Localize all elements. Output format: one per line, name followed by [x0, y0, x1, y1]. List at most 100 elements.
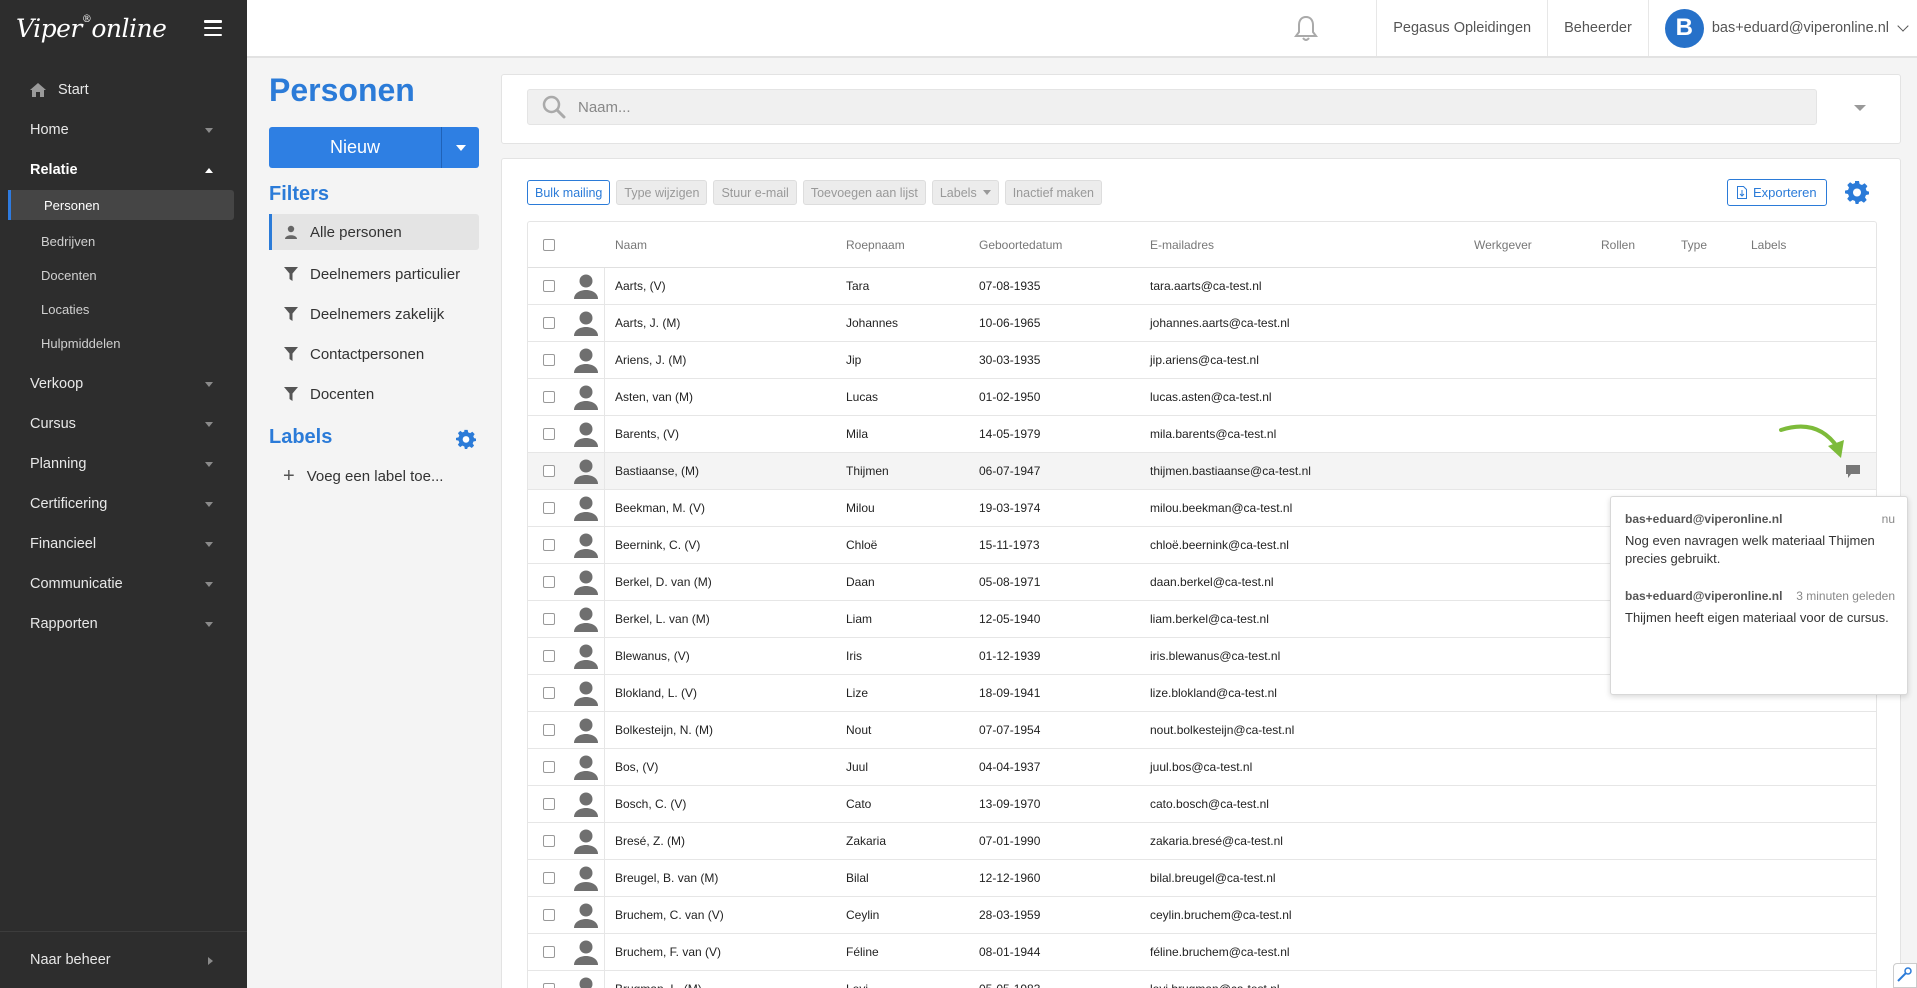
table-row[interactable]: Aarts, (V) Tara 07-08-1935 tara.aarts@ca-te…: [528, 268, 1876, 305]
cell-email[interactable]: féline.bruchem@ca-test.nl: [1150, 945, 1290, 959]
filter-contactpersonen[interactable]: Contactpersonen: [269, 334, 479, 374]
table-row[interactable]: Bosch, C. (V) Cato 13-09-1970 cato.bosch@ca…: [528, 786, 1876, 823]
table-row[interactable]: Bolkesteijn, N. (M) Nout 07-07-1954 nout.bo…: [528, 712, 1876, 749]
search-input[interactable]: [578, 98, 1778, 116]
new-dropdown-button[interactable]: [441, 127, 479, 168]
filter-deelnemers-zakelijk[interactable]: Deelnemers zakelijk: [269, 294, 479, 334]
select-all-checkbox[interactable]: [543, 238, 555, 251]
column-header-werkgever[interactable]: Werkgever: [1474, 238, 1532, 252]
sidebar-subitem-personen[interactable]: Personen: [8, 190, 234, 220]
cell-naam[interactable]: Bruchem, C. van (V): [615, 908, 724, 922]
table-row[interactable]: Ariens, J. (M) Jip 30-03-1935 jip.ariens@ca…: [528, 342, 1876, 379]
cell-email[interactable]: lize.blokland@ca-test.nl: [1150, 686, 1277, 700]
toevoegen-aan-lijst-button[interactable]: Toevoegen aan lijst: [802, 180, 926, 205]
type-wijzigen-button[interactable]: Type wijzigen: [616, 180, 708, 205]
corner-tool-button[interactable]: [1893, 963, 1917, 988]
cell-naam[interactable]: Bolkesteijn, N. (M): [615, 723, 713, 737]
row-checkbox[interactable]: [543, 465, 555, 477]
search-options-chevron-icon[interactable]: [1854, 105, 1866, 111]
cell-naam[interactable]: Berkel, L. van (M): [615, 612, 710, 626]
cell-naam[interactable]: Barents, (V): [615, 427, 679, 441]
sidebar-item-verkoop[interactable]: Verkoop: [0, 364, 247, 404]
column-header-rollen[interactable]: Rollen: [1601, 238, 1635, 252]
row-checkbox[interactable]: [543, 983, 555, 988]
cell-naam[interactable]: Blewanus, (V): [615, 649, 690, 663]
table-row[interactable]: Asten, van (M) Lucas 01-02-1950 lucas.asten…: [528, 379, 1876, 416]
stuur-email-button[interactable]: Stuur e-mail: [713, 180, 797, 205]
cell-naam[interactable]: Aarts, (V): [615, 279, 666, 293]
table-row[interactable]: Barents, (V) Mila 14-05-1979 mila.barents@c…: [528, 416, 1876, 453]
labels-dropdown-button[interactable]: Labels: [931, 180, 999, 205]
cell-email[interactable]: bilal.breugel@ca-test.nl: [1150, 871, 1276, 885]
bulk-mailing-button[interactable]: Bulk mailing: [527, 180, 611, 205]
sidebar-subitem-locaties[interactable]: Locaties: [0, 292, 247, 326]
table-row[interactable]: Bruchem, F. van (V) Féline 08-01-1944 félin…: [528, 934, 1876, 971]
cell-naam[interactable]: Bos, (V): [615, 760, 658, 774]
row-checkbox[interactable]: [543, 872, 555, 884]
row-checkbox[interactable]: [543, 502, 555, 514]
cell-naam[interactable]: Aarts, J. (M): [615, 316, 680, 330]
sidebar-item-financieel[interactable]: Financieel: [0, 524, 247, 564]
sidebar-item-home[interactable]: Home: [0, 110, 247, 150]
cell-email[interactable]: ceylin.bruchem@ca-test.nl: [1150, 908, 1292, 922]
sidebar-item-planning[interactable]: Planning: [0, 444, 247, 484]
cell-naam[interactable]: Bresé, Z. (M): [615, 834, 685, 848]
cell-naam[interactable]: Ariens, J. (M): [615, 353, 686, 367]
filter-deelnemers-particulier[interactable]: Deelnemers particulier: [269, 254, 479, 294]
table-row[interactable]: Bastiaanse, (M) Thijmen 06-07-1947 thijmen.…: [528, 453, 1876, 490]
cell-naam[interactable]: Bruchem, F. van (V): [615, 945, 721, 959]
user-menu[interactable]: B bas+eduard@viperonline.nl: [1647, 0, 1917, 56]
row-checkbox[interactable]: [543, 391, 555, 403]
cell-naam[interactable]: Blokland, L. (V): [615, 686, 697, 700]
cell-naam[interactable]: Breugel, B. van (M): [615, 871, 718, 885]
hamburger-menu-icon[interactable]: [204, 20, 222, 36]
column-header-geboortedatum[interactable]: Geboortedatum: [979, 238, 1062, 252]
table-row[interactable]: Brugman, L. (M) Levi 05-05-1983 levi.brugma…: [528, 971, 1876, 988]
logo[interactable]: Viper®online: [16, 14, 167, 43]
table-row[interactable]: Bruchem, C. van (V) Ceylin 28-03-1959 ceyli…: [528, 897, 1876, 934]
cell-email[interactable]: chloë.beernink@ca-test.nl: [1150, 538, 1289, 552]
sidebar-item-communicatie[interactable]: Communicatie: [0, 564, 247, 604]
role-link[interactable]: Beheerder: [1547, 0, 1648, 56]
row-checkbox[interactable]: [543, 835, 555, 847]
cell-email[interactable]: mila.barents@ca-test.nl: [1150, 427, 1276, 441]
organization-link[interactable]: Pegasus Opleidingen: [1376, 0, 1547, 56]
row-checkbox[interactable]: [543, 946, 555, 958]
inactief-maken-button[interactable]: Inactief maken: [1004, 180, 1102, 205]
row-checkbox[interactable]: [543, 539, 555, 551]
sidebar-item-start[interactable]: Start: [0, 70, 247, 110]
row-checkbox[interactable]: [543, 428, 555, 440]
cell-naam[interactable]: Beernink, C. (V): [615, 538, 700, 552]
cell-email[interactable]: tara.aarts@ca-test.nl: [1150, 279, 1262, 293]
row-checkbox[interactable]: [543, 354, 555, 366]
new-button[interactable]: Nieuw: [269, 127, 441, 168]
export-button[interactable]: Exporteren: [1727, 179, 1827, 206]
table-row[interactable]: Bresé, Z. (M) Zakaria 07-01-1990 zakaria.br…: [528, 823, 1876, 860]
cell-email[interactable]: juul.bos@ca-test.nl: [1150, 760, 1252, 774]
cell-email[interactable]: johannes.aarts@ca-test.nl: [1150, 316, 1290, 330]
row-checkbox[interactable]: [543, 317, 555, 329]
row-checkbox[interactable]: [543, 761, 555, 773]
sidebar-item-relatie[interactable]: Relatie: [0, 150, 247, 190]
labels-settings-gear-icon[interactable]: [456, 429, 476, 449]
column-header-type[interactable]: Type: [1681, 238, 1707, 252]
sidebar-item-naar-beheer[interactable]: Naar beheer: [0, 931, 247, 988]
sidebar-item-certificering[interactable]: Certificering: [0, 484, 247, 524]
column-header-labels[interactable]: Labels: [1751, 238, 1786, 252]
filter-alle-personen[interactable]: Alle personen: [269, 214, 479, 250]
cell-email[interactable]: levi.brugman@ca-test.nl: [1150, 982, 1280, 988]
cell-email[interactable]: milou.beekman@ca-test.nl: [1150, 501, 1292, 515]
cell-email[interactable]: iris.blewanus@ca-test.nl: [1150, 649, 1280, 663]
cell-naam[interactable]: Beekman, M. (V): [615, 501, 705, 515]
cell-email[interactable]: nout.bolkesteijn@ca-test.nl: [1150, 723, 1294, 737]
cell-email[interactable]: jip.ariens@ca-test.nl: [1150, 353, 1259, 367]
note-comment-icon[interactable]: [1846, 465, 1860, 478]
notifications-bell-icon[interactable]: [1261, 0, 1351, 56]
row-checkbox[interactable]: [543, 687, 555, 699]
table-settings-gear-icon[interactable]: [1845, 180, 1869, 204]
table-row[interactable]: Aarts, J. (M) Johannes 10-06-1965 johannes.…: [528, 305, 1876, 342]
row-checkbox[interactable]: [543, 576, 555, 588]
row-checkbox[interactable]: [543, 909, 555, 921]
row-checkbox[interactable]: [543, 613, 555, 625]
cell-naam[interactable]: Asten, van (M): [615, 390, 693, 404]
